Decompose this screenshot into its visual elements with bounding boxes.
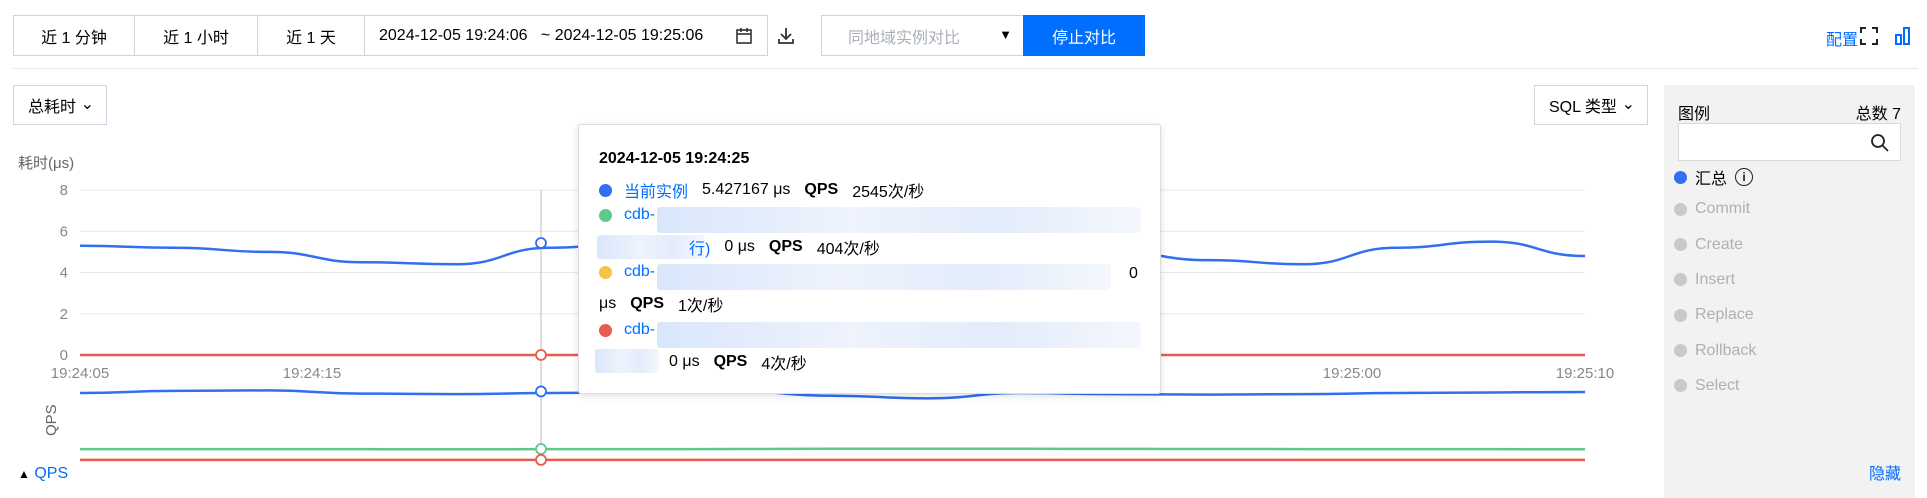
y-tick-label: 4 [60,265,68,282]
series-value: 0 [1129,265,1138,282]
series-name-suffix: 行) [689,241,711,258]
legend-item-label: Commit [1695,200,1751,218]
legend-hide-link[interactable]: 隐藏 [1869,460,1901,484]
redacted-instance-name [657,264,1111,290]
qps-toggle-label: QPS [34,465,69,482]
x-tick-label: 19:25:10 [1556,365,1614,382]
qps-value: 2545次/秒 [852,184,925,201]
qps-lines [79,385,1586,466]
series-value-unit: μs [599,295,617,312]
legend-dot [1674,344,1687,357]
series-name: 当前实例 [624,184,689,201]
legend-item[interactable]: Rollback [1674,342,1756,360]
qps-toggle[interactable]: ▲ QPS [18,465,68,483]
y-tick-label: 8 [60,182,68,199]
legend-item[interactable]: Replace [1674,306,1754,324]
qps-value: 4次/秒 [761,356,807,373]
hover-marker [535,349,547,361]
series-name: cdb- [624,206,656,223]
series-dot [599,183,612,197]
search-icon[interactable] [1870,133,1890,153]
legend-dot [1674,170,1687,184]
y-axis-ticks: 8 6 4 2 0 [60,182,68,364]
y-tick-label: 2 [60,306,68,323]
legend-total: 总数 7 [1855,106,1901,123]
series-value: 0 μs [669,353,700,370]
legend-dot [1674,273,1687,287]
legend-dot [1674,202,1687,216]
legend-item[interactable]: Select [1674,377,1739,395]
qps-label: QPS [630,295,665,312]
qps-label: QPS [804,181,839,198]
qps-axis-label: QPS [43,404,60,436]
x-tick-label: 19:25:00 [1323,365,1381,382]
y-tick-label: 6 [60,223,68,240]
legend-dot [1674,379,1687,393]
tooltip-time: 2024-12-05 19:24:25 [599,150,750,167]
qps-label: QPS [713,353,748,370]
tooltip-row: 当前实例 5.427167 μs QPS 2545次/秒 [599,178,924,202]
series-value: 0 μs [724,238,755,255]
series-name: cdb- [624,263,656,280]
y-tick-label: 0 [60,347,68,364]
qps-label: QPS [768,238,803,255]
legend-item-label: Rollback [1695,341,1757,359]
legend-item-label: Replace [1695,306,1754,324]
qps-line [80,447,1586,451]
hover-marker [535,385,547,398]
x-tick-label: 19:24:15 [283,365,341,382]
y-axis-label: 耗时(μs) [18,155,74,172]
tooltip-row-cont: 行) 0 μs QPS 404次/秒 [689,235,880,259]
qps-value: 404次/秒 [816,241,880,258]
info-icon[interactable]: i [1735,168,1754,186]
hover-marker [535,237,547,249]
series-dot [599,323,612,337]
legend-item[interactable]: 汇总 i [1674,165,1754,189]
redacted-instance-name [595,349,659,373]
tooltip-row: cdb- [599,263,655,281]
legend-panel: 图例 总数 7 隐藏 [1664,85,1915,498]
legend-title: 图例 [1678,106,1711,123]
qps-value: 1次/秒 [678,298,724,315]
tooltip-row: cdb- [599,206,655,224]
redacted-instance-name [657,322,1141,348]
legend-dot [1674,308,1687,322]
legend-item[interactable]: Insert [1674,271,1735,289]
legend-item[interactable]: Commit [1674,200,1750,218]
legend-search-input[interactable] [1678,123,1901,161]
series-value: 5.427167 μs [702,181,791,198]
tooltip-row: cdb- [599,321,655,339]
series-dot [599,265,612,279]
tooltip: 2024-12-05 19:24:25 当前实例 5.427167 μs QPS… [578,124,1161,394]
triangle-up-icon: ▲ [18,467,30,481]
legend-dot [1674,238,1687,252]
redacted-instance-name [657,207,1141,233]
tooltip-row-cont: 0 μs QPS 4次/秒 [669,350,807,374]
series-name: cdb- [624,321,656,338]
legend-item-label: Insert [1695,270,1736,288]
hover-marker [535,443,547,455]
legend-item-label: Select [1695,376,1740,394]
legend-item[interactable]: Create [1674,236,1743,254]
legend-item-label: Create [1695,235,1744,253]
series-dot [599,208,612,222]
hover-marker [535,453,547,466]
legend-item-label: 汇总 [1695,171,1728,188]
x-tick-label: 19:24:05 [51,365,109,382]
tooltip-row-cont: μs QPS 1次/秒 [599,292,723,316]
